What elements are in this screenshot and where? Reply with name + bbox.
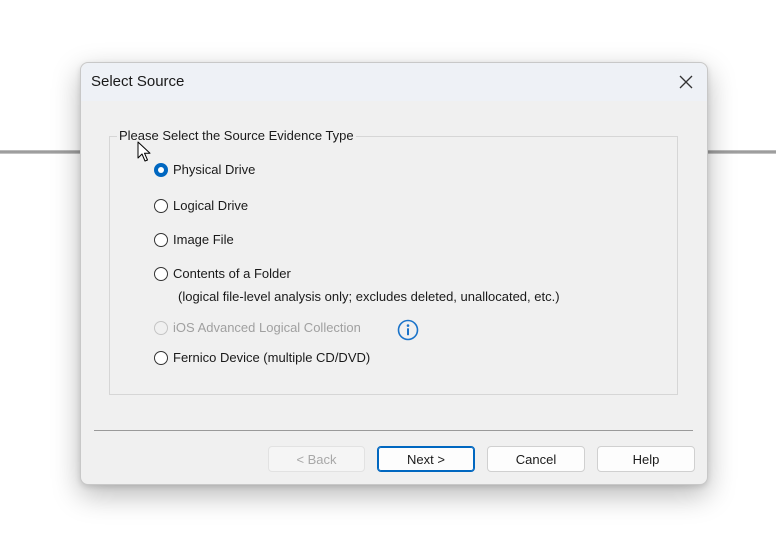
option-ios-advanced-logical: iOS Advanced Logical Collection: [154, 320, 361, 335]
info-icon[interactable]: [397, 319, 419, 341]
option-fernico-device[interactable]: Fernico Device (multiple CD/DVD): [154, 350, 370, 365]
physical-drive-label: Physical Drive: [173, 162, 256, 177]
evidence-type-group-label: Please Select the Source Evidence Type: [117, 128, 356, 143]
image-file-label: Image File: [173, 232, 234, 247]
dialog-titlebar: Select Source: [81, 63, 707, 101]
contents-of-folder-label: Contents of a Folder: [173, 266, 291, 281]
logical-drive-radio[interactable]: [154, 198, 168, 213]
contents-of-folder-radio[interactable]: [154, 266, 168, 281]
footer-separator: [94, 430, 693, 431]
select-source-dialog: Select Source Please Select the Source E…: [80, 62, 708, 485]
next-button[interactable]: Next >: [377, 446, 475, 472]
close-button[interactable]: [671, 67, 701, 97]
ios-advanced-logical-radio: [154, 320, 168, 335]
folder-option-note: (logical file-level analysis only; exclu…: [178, 289, 560, 304]
background-divider-left: [0, 150, 82, 154]
dialog-title: Select Source: [91, 73, 185, 90]
ios-advanced-logical-label: iOS Advanced Logical Collection: [173, 320, 361, 335]
help-button[interactable]: Help: [597, 446, 695, 472]
image-file-radio[interactable]: [154, 232, 168, 247]
cancel-button[interactable]: Cancel: [487, 446, 585, 472]
physical-drive-radio[interactable]: [154, 162, 168, 177]
close-icon: [679, 75, 693, 89]
fernico-device-label: Fernico Device (multiple CD/DVD): [173, 350, 371, 365]
option-image-file[interactable]: Image File: [154, 232, 234, 247]
option-contents-of-folder[interactable]: Contents of a Folder: [154, 266, 291, 281]
option-logical-drive[interactable]: Logical Drive: [154, 198, 248, 213]
back-button[interactable]: < Back: [268, 446, 365, 472]
fernico-device-radio[interactable]: [154, 350, 168, 365]
background-divider-right: [706, 150, 776, 154]
logical-drive-label: Logical Drive: [173, 198, 249, 213]
option-physical-drive[interactable]: Physical Drive: [154, 162, 255, 177]
